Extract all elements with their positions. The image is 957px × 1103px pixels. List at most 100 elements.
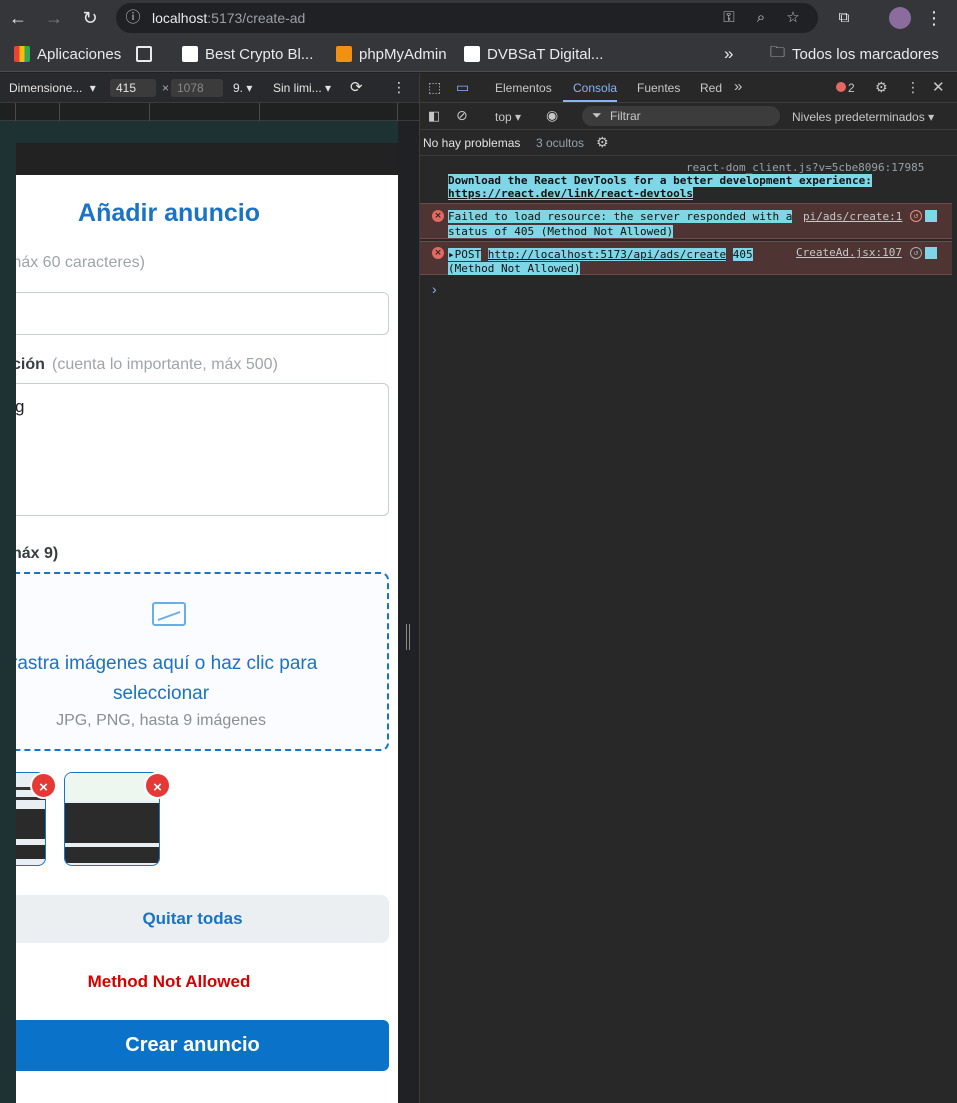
screenshot-icon[interactable]: ⧉ [832, 6, 856, 30]
bookmark-best-crypto[interactable]: Best Crypto Bl... [182, 44, 313, 64]
selection-highlight [925, 247, 937, 259]
close-icon[interactable]: ✕ [932, 78, 945, 96]
profile-avatar[interactable] [888, 6, 912, 30]
bookmark-label: phpMyAdmin [359, 45, 447, 63]
browser-menu-icon[interactable]: ⋮ [922, 6, 946, 30]
description-label: ción [16, 356, 45, 373]
create-ad-button[interactable]: Crear anuncio [16, 1020, 389, 1071]
create-ad-page: Añadir anuncio máx 60 caracteres) ción (… [16, 175, 398, 1103]
error-counter[interactable]: 2 [836, 81, 855, 95]
ruler-segment[interactable] [150, 103, 260, 121]
apps-grid-icon [14, 46, 30, 62]
page-header [16, 143, 398, 175]
media-query-ruler [0, 103, 419, 121]
context-select[interactable]: top ▾ [495, 110, 521, 124]
image-dropzone[interactable]: rrastra imágenes aquí o haz clic para se… [16, 572, 389, 751]
expand-arrow-icon[interactable]: ▸ [448, 248, 455, 261]
more-options-icon[interactable]: ⋮ [392, 79, 406, 96]
dropdown-arrow-icon: ▾ [928, 110, 935, 124]
url-text: localhost:5173/create-ad [152, 10, 305, 26]
description-value: g [16, 397, 25, 416]
tab-network[interactable]: Red [700, 81, 722, 95]
address-bar[interactable]: ⓘ localhost:5173/create-ad ⚿ ⌕ ☆ [116, 3, 818, 33]
zoom-icon[interactable]: ⌕ [752, 9, 770, 27]
bookmarks-overflow-icon[interactable]: » [724, 44, 733, 64]
devtools-splitter[interactable] [398, 121, 419, 1103]
settings-gear-icon[interactable]: ⚙ [875, 79, 888, 96]
console-filter-input[interactable]: ⏷ Filtrar [582, 106, 780, 126]
tab-console[interactable]: Consola [573, 81, 617, 95]
message-source[interactable]: pi/ads/create:1 [803, 210, 902, 223]
issues-status[interactable]: No hay problemas [423, 136, 520, 150]
bookmark-label: DVBSaT Digital... [487, 45, 604, 63]
title-input[interactable] [16, 292, 389, 335]
bookmark-label: Best Crypto Bl... [205, 45, 314, 63]
clear-console-icon[interactable]: ⊘ [456, 107, 468, 124]
tab-sources[interactable]: Fuentes [637, 81, 680, 95]
forward-arrow-icon[interactable]: → [42, 6, 66, 30]
error-badge-icon [836, 82, 846, 92]
description-hint: (cuenta lo importante, máx 500) [52, 356, 278, 373]
more-tabs-icon[interactable]: » [734, 78, 742, 95]
dropdown-arrow-icon: ▾ [325, 81, 332, 95]
thumb-content [65, 847, 159, 863]
sidebar-toggle-icon[interactable]: ◧ [428, 108, 440, 124]
remove-image-button[interactable]: × [30, 772, 57, 799]
bookmark-dvbsat[interactable]: DVBSaT Digital... [464, 44, 603, 64]
console-prompt[interactable]: › [432, 281, 437, 297]
inspect-element-icon[interactable]: ⬚ [428, 79, 441, 96]
tab-elements[interactable]: Elementos [495, 81, 552, 95]
hidden-count: 3 ocultos [536, 136, 585, 150]
remove-image-button[interactable]: × [144, 772, 171, 799]
console-toolbar: ◧ ⊘ top ▾ ◉ ⏷ Filtrar Niveles predetermi… [420, 103, 957, 130]
request-url[interactable]: http://localhost:5173/api/ads/create [487, 248, 727, 261]
network-request-icon[interactable]: ↺ [910, 247, 922, 259]
filter-funnel-icon: ⏷ [592, 108, 602, 122]
console-message-error: × ▸POST http://localhost:5173/api/ads/cr… [420, 241, 952, 275]
browser-toolbar: ← → ↻ ⓘ localhost:5173/create-ad ⚿ ⌕ ☆ ⧉… [0, 0, 957, 36]
images-label: náx 9) [16, 545, 59, 562]
all-bookmarks[interactable]: 🗀 Todos los marcadores [770, 44, 939, 64]
log-levels-select[interactable]: Niveles predeterminados ▾ [792, 110, 934, 124]
throttling-select[interactable]: Sin limi... ▾ [273, 81, 331, 95]
thumb-content [16, 809, 45, 839]
page-title: Añadir anuncio [78, 199, 260, 227]
bookmark-phpmyadmin[interactable]: phpMyAdmin [336, 44, 447, 64]
ruler-segment[interactable] [260, 103, 398, 121]
bookmark-tab-groups[interactable] [136, 44, 152, 64]
message-text: Failed to load resource: the server resp… [448, 210, 793, 223]
reload-icon[interactable]: ↻ [78, 6, 102, 30]
live-expression-eye-icon[interactable]: ◉ [546, 107, 558, 124]
back-arrow-icon[interactable]: ← [6, 6, 30, 30]
zoom-select[interactable]: 9. ▾ [233, 81, 252, 95]
bookmark-star-icon[interactable]: ☆ [784, 9, 802, 27]
viewport-height-input[interactable]: 1078 [171, 79, 223, 97]
devtools-menu-icon[interactable]: ⋮ [906, 79, 920, 96]
url-host: localhost [152, 10, 208, 26]
splitter-grip[interactable] [406, 624, 410, 650]
device-toggle-icon[interactable]: ▭ [456, 79, 469, 96]
request-method: POST [454, 248, 482, 261]
folder-icon: 🗀 [770, 43, 786, 61]
ruler-segment[interactable] [60, 103, 150, 121]
password-key-icon[interactable]: ⚿ [720, 9, 738, 27]
site-info-icon[interactable]: ⓘ [124, 9, 142, 27]
react-devtools-link[interactable]: https://react.dev/link/react-devtools [448, 187, 694, 200]
message-source[interactable]: react-dom_client.js?v=5cbe8096:17985 [686, 161, 924, 174]
selection-highlight [925, 210, 937, 222]
remove-all-button[interactable]: Quitar todas [16, 895, 389, 943]
ruler-segment[interactable] [16, 103, 60, 121]
viewport-width-input[interactable]: 415 [110, 79, 156, 97]
dropdown-arrow-icon: ▾ [246, 81, 253, 95]
description-textarea[interactable]: g [16, 383, 389, 516]
ruler-segment[interactable] [0, 103, 16, 121]
url-path: :5173/create-ad [207, 10, 306, 26]
message-source[interactable]: CreateAd.jsx:107 [796, 246, 902, 259]
rotate-icon[interactable]: ⟳ [350, 78, 363, 96]
device-select[interactable]: Dimensione... ▾ [9, 81, 96, 95]
network-request-icon[interactable]: ↺ [910, 210, 922, 222]
bookmark-apps[interactable]: Aplicaciones [14, 44, 121, 64]
message-text: status of 405 (Method Not Allowed) [448, 225, 674, 238]
console-settings-gear-icon[interactable]: ⚙ [596, 134, 609, 151]
all-bookmarks-label: Todos los marcadores [792, 45, 939, 63]
